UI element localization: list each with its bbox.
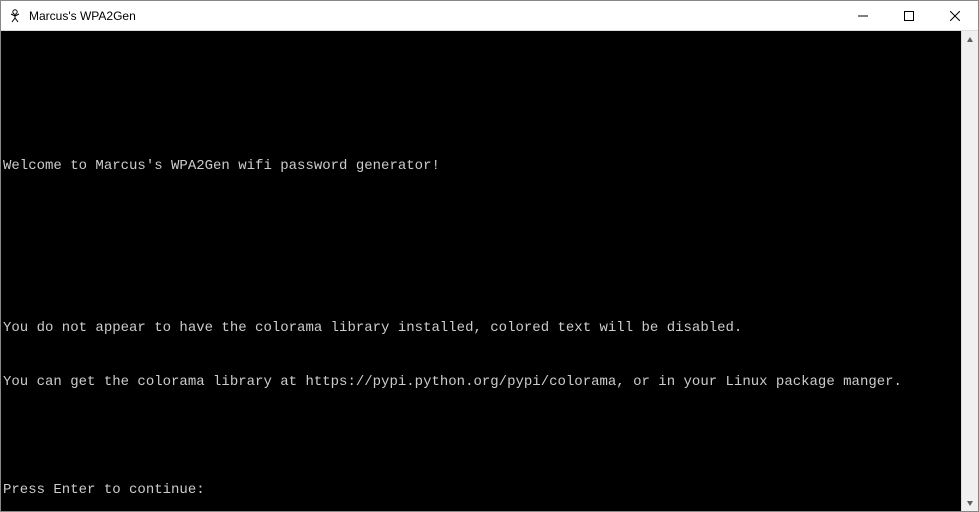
app-icon xyxy=(7,8,23,24)
titlebar-left: Marcus's WPA2Gen xyxy=(1,8,136,24)
close-button[interactable] xyxy=(932,1,978,30)
terminal-line xyxy=(1,103,961,121)
maximize-button[interactable] xyxy=(886,1,932,30)
terminal-line: Press Enter to continue: xyxy=(1,481,961,499)
vertical-scrollbar[interactable] xyxy=(961,31,978,511)
terminal-line xyxy=(1,265,961,283)
terminal-line: Welcome to Marcus's WPA2Gen wifi passwor… xyxy=(1,157,961,175)
scroll-up-arrow-icon[interactable] xyxy=(962,31,978,48)
client-area: Welcome to Marcus's WPA2Gen wifi passwor… xyxy=(1,31,978,511)
minimize-button[interactable] xyxy=(840,1,886,30)
terminal-content: Welcome to Marcus's WPA2Gen wifi passwor… xyxy=(1,67,961,511)
terminal-line: You can get the colorama library at http… xyxy=(1,373,961,391)
terminal-line: You do not appear to have the colorama l… xyxy=(1,319,961,337)
window-controls xyxy=(840,1,978,30)
terminal-line xyxy=(1,427,961,445)
window-titlebar: Marcus's WPA2Gen xyxy=(1,1,978,31)
scroll-track[interactable] xyxy=(962,48,978,494)
terminal-line xyxy=(1,211,961,229)
scroll-down-arrow-icon[interactable] xyxy=(962,494,978,511)
window-title: Marcus's WPA2Gen xyxy=(29,9,136,23)
terminal[interactable]: Welcome to Marcus's WPA2Gen wifi passwor… xyxy=(1,31,961,511)
